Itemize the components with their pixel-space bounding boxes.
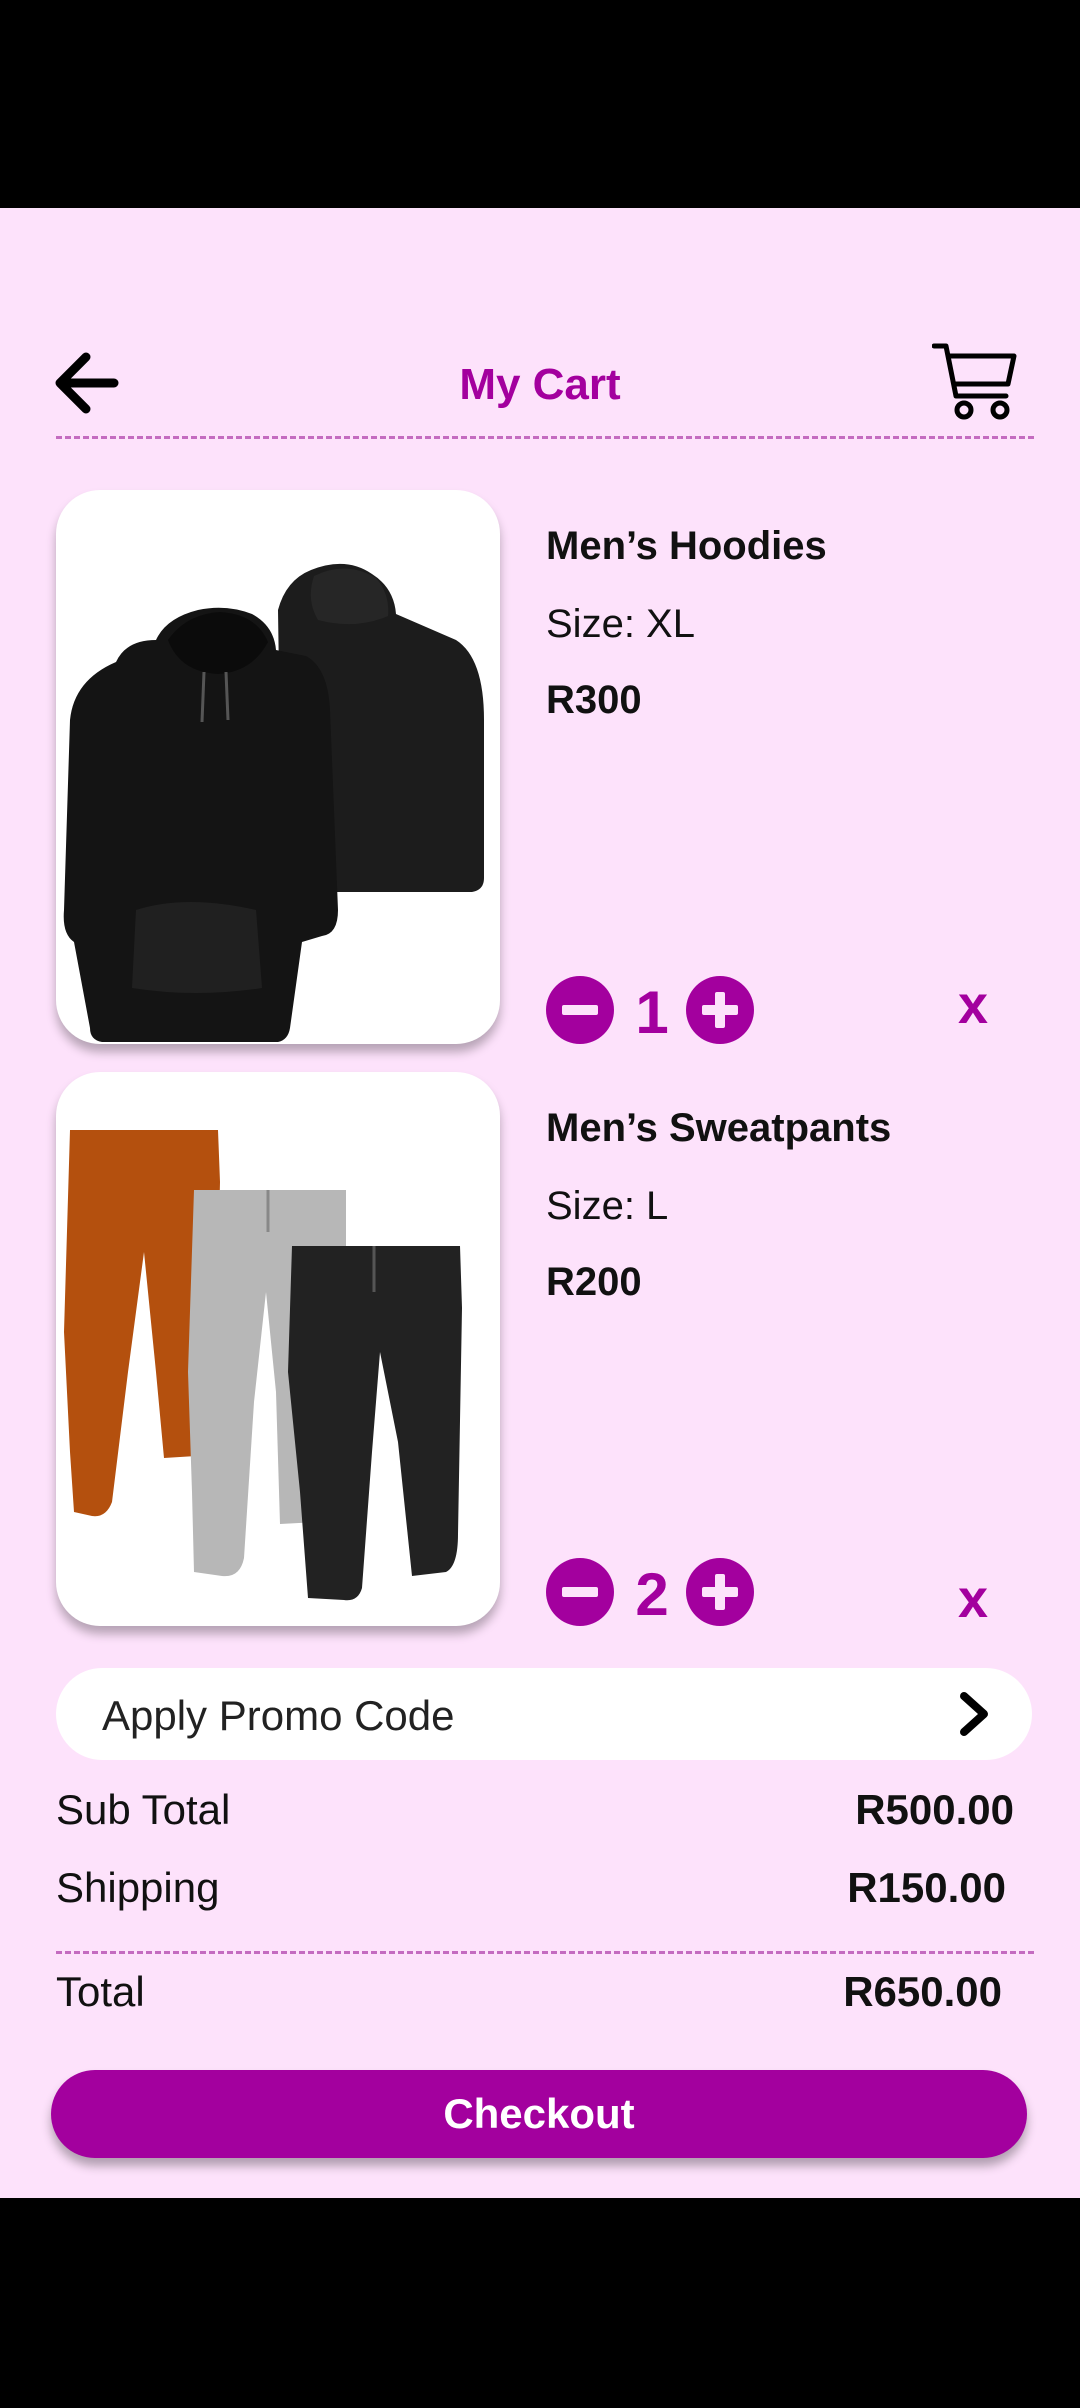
increase-quantity-button[interactable]: [686, 976, 754, 1044]
summary-divider: [56, 1951, 1034, 1954]
shipping-row: Shipping R150.00: [56, 1864, 1014, 1924]
item-size: Size: L: [546, 1184, 669, 1228]
cart-item: Men’s Sweatpants Size: L R200 2 x: [0, 1072, 1080, 1630]
remove-item-button[interactable]: x: [958, 1568, 988, 1630]
subtotal-label: Sub Total: [56, 1786, 231, 1833]
subtotal-value: R500.00: [855, 1786, 1014, 1833]
item-price: R200: [546, 1260, 642, 1304]
cart-button[interactable]: [931, 340, 1018, 422]
total-row: Total R650.00: [56, 1968, 1014, 2028]
total-value: R650.00: [843, 1968, 1002, 2015]
item-name: Men’s Sweatpants: [546, 1106, 892, 1150]
sweatpants-image: [56, 1072, 500, 1626]
chevron-right-icon: [960, 1692, 988, 1736]
checkout-button[interactable]: Checkout: [51, 2070, 1027, 2158]
quantity-value: 2: [635, 1561, 669, 1628]
black-hoodies-image: [56, 490, 500, 1044]
header-divider: [56, 436, 1034, 439]
promo-code-label: Apply Promo Code: [102, 1692, 455, 1739]
item-name: Men’s Hoodies: [546, 524, 827, 568]
remove-item-button[interactable]: x: [958, 974, 988, 1036]
decrease-quantity-button[interactable]: [546, 1558, 614, 1626]
decrease-quantity-button[interactable]: [546, 976, 614, 1044]
promo-code-button[interactable]: Apply Promo Code: [56, 1668, 1032, 1760]
cart-screen: My Cart Men’s Hoodies Size: XL R300 1 x …: [0, 208, 1080, 2198]
item-price: R300: [546, 678, 642, 722]
header: My Cart: [0, 208, 1080, 448]
total-label: Total: [56, 1968, 145, 2015]
shopping-cart-icon: [931, 343, 1017, 420]
subtotal-row: Sub Total R500.00: [56, 1786, 1014, 1846]
increase-quantity-button[interactable]: [686, 1558, 754, 1626]
quantity-value: 1: [635, 979, 669, 1046]
shipping-label: Shipping: [56, 1864, 220, 1911]
item-size: Size: XL: [546, 602, 695, 646]
cart-item: Men’s Hoodies Size: XL R300 1 x: [0, 490, 1080, 1046]
page-title: My Cart: [459, 360, 621, 409]
shipping-value: R150.00: [847, 1864, 1006, 1911]
